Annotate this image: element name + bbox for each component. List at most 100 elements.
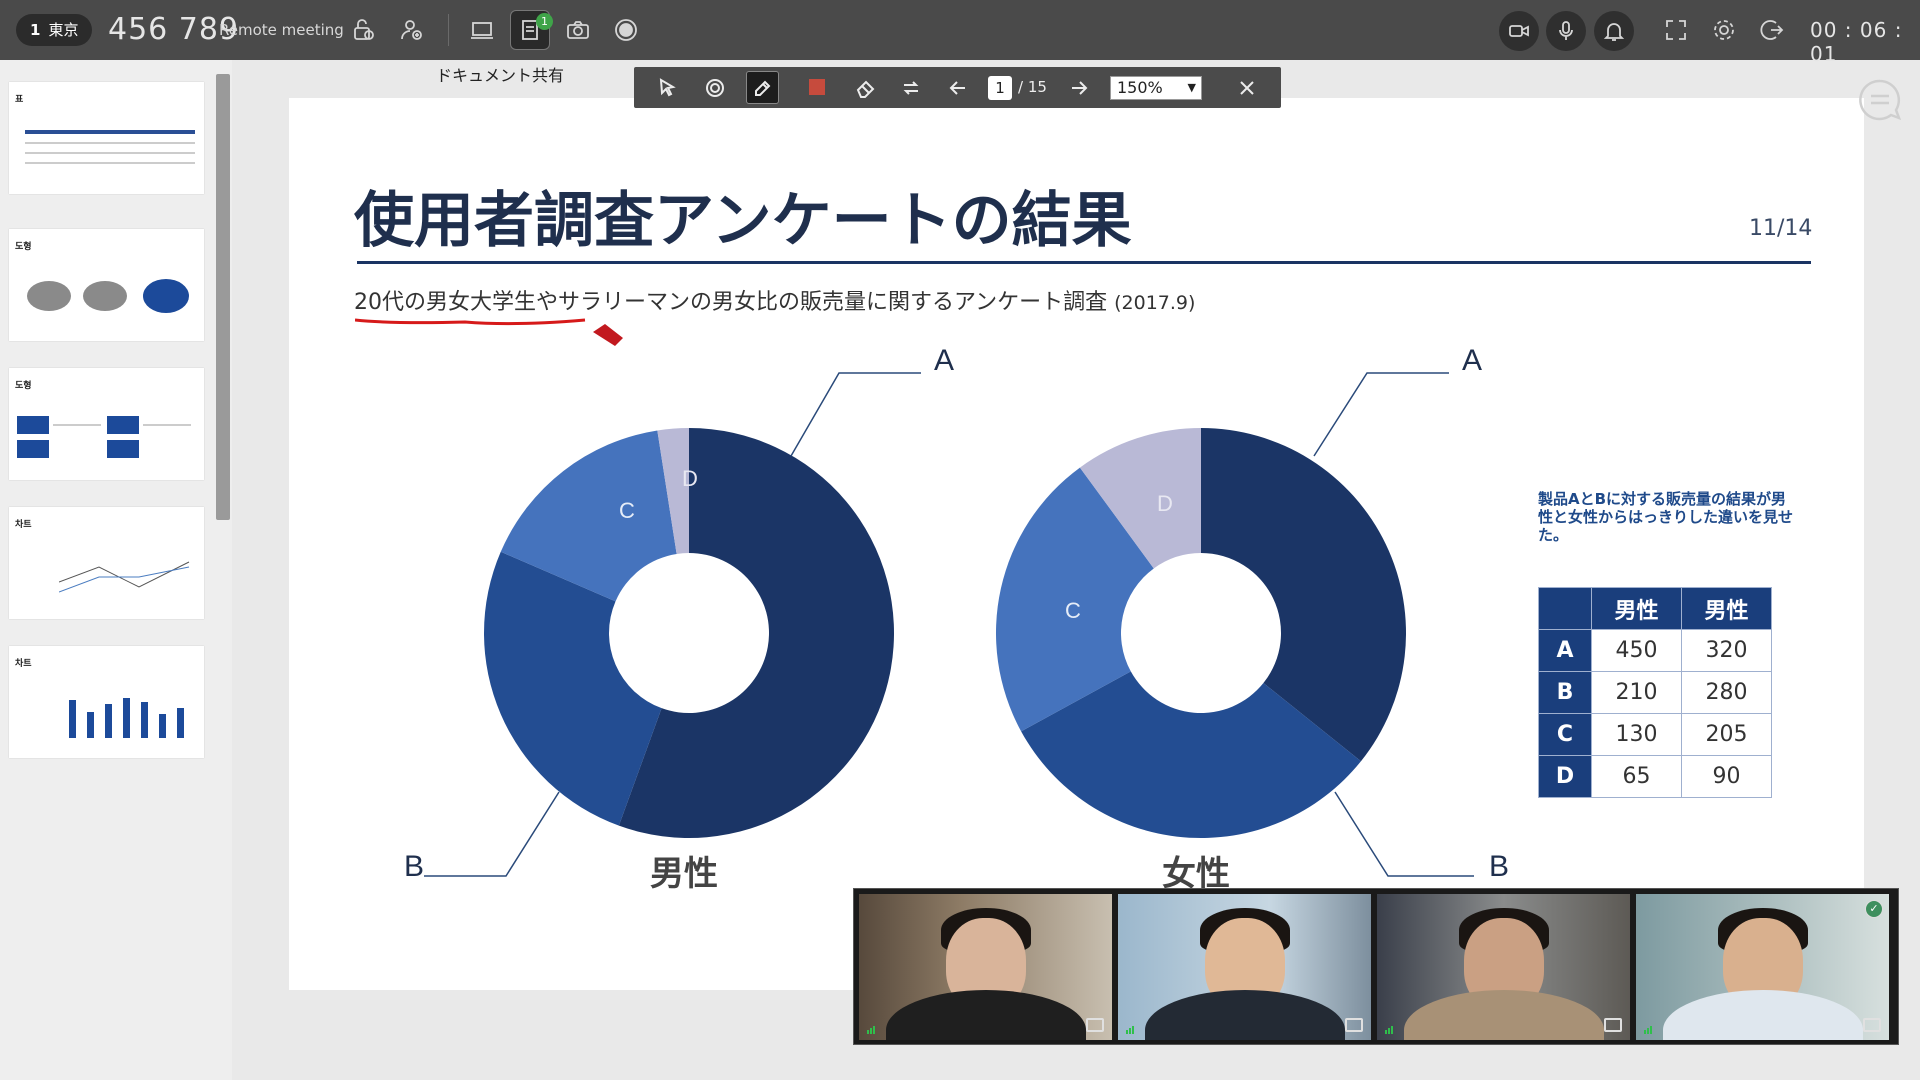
slice-label-a: A: [934, 344, 954, 377]
arrow-left-icon: [949, 80, 965, 95]
screen-icon: [1604, 1018, 1622, 1032]
close-document-button[interactable]: [1230, 71, 1263, 104]
results-table: 男性 男性 A 450 320 B 210 280 C 130 205 D 65…: [1538, 587, 1772, 798]
lock-button[interactable]: [344, 10, 384, 50]
leader-line: [1334, 791, 1474, 877]
clear-icon: [903, 80, 918, 95]
table-cell: 130: [1591, 713, 1682, 756]
clear-all-button[interactable]: [894, 71, 927, 104]
annotation-toolbar: 1 / 15 150% ▼: [634, 67, 1281, 108]
top-bar: 1 東京 456 789 Remote meeting 1 00 : 06 : …: [0, 0, 1920, 66]
settings-button[interactable]: [1704, 10, 1744, 50]
slice-label-b: B: [404, 850, 424, 883]
pen-tool-button[interactable]: [746, 71, 779, 104]
table-row: A 450 320: [1538, 629, 1772, 672]
document-count-badge: 1: [536, 13, 553, 30]
participant-video-4[interactable]: ✓: [1636, 894, 1889, 1040]
pointer-tool-button[interactable]: [650, 71, 683, 104]
meeting-name: Remote meeting: [219, 21, 344, 39]
table-row: D 65 90: [1538, 755, 1772, 798]
slide-thumbnail[interactable]: 표: [9, 82, 204, 194]
row-label: A: [1538, 629, 1592, 672]
screen-share-button[interactable]: [462, 10, 502, 50]
video-camera-icon: [1509, 25, 1529, 37]
sidebar-scrollbar[interactable]: [216, 74, 230, 520]
video-toggle-button[interactable]: [1499, 11, 1539, 51]
next-page-button[interactable]: [1062, 71, 1095, 104]
line-chart-thumbnail: [59, 561, 190, 593]
microphone-icon: [1559, 21, 1573, 40]
slice-label-a: A: [1462, 344, 1482, 377]
cursor-icon: [659, 77, 676, 96]
eraser-tool-button[interactable]: [849, 71, 882, 104]
pen-color-swatch[interactable]: [809, 79, 825, 95]
screen-icon: [1086, 1018, 1104, 1032]
thumbnail-title: 도형: [15, 242, 32, 252]
table-cell: 205: [1681, 713, 1772, 756]
chart-note: 製品AとBに対する販売量の結果が男性と女性からはっきりした違いを見せた。: [1538, 490, 1794, 544]
signal-icon: [1126, 1026, 1134, 1034]
screen-share-icon: [471, 22, 493, 39]
slice-label-d: D: [1157, 491, 1173, 516]
chart-title: 男性: [650, 854, 718, 894]
notification-button[interactable]: [1594, 11, 1634, 51]
slice-label-d: D: [682, 466, 698, 491]
signal-icon: [1644, 1026, 1652, 1034]
thumbnail-title: 도형: [15, 381, 32, 391]
exit-icon: [1760, 20, 1784, 40]
record-icon: [615, 19, 637, 41]
add-user-button[interactable]: [392, 10, 432, 50]
bell-icon: [1603, 23, 1625, 41]
gear-icon: [1714, 20, 1734, 40]
table-cell: 450: [1591, 629, 1682, 672]
thumbnail-title: 차트: [15, 659, 32, 669]
table-header-row: 男性 男性: [1538, 587, 1772, 630]
fullscreen-button[interactable]: [1656, 10, 1696, 50]
page-number-input[interactable]: 1: [988, 76, 1012, 100]
participant-video-3[interactable]: [1377, 894, 1630, 1040]
table-column-header: 男性: [1681, 587, 1772, 630]
slice-label-c: C: [619, 498, 635, 523]
add-user-icon: [401, 20, 422, 40]
laser-pointer-button[interactable]: [698, 71, 731, 104]
exit-button[interactable]: [1752, 10, 1792, 50]
slide-thumbnail[interactable]: 차트: [9, 646, 204, 758]
meeting-timer: 00 : 06 : 01: [1810, 18, 1903, 66]
slide-thumbnail[interactable]: 도형: [9, 229, 204, 341]
room-badge[interactable]: 1 東京: [16, 14, 93, 46]
table-cell: 320: [1681, 629, 1772, 672]
row-label: C: [1538, 713, 1592, 756]
zoom-select[interactable]: 150% ▼: [1110, 76, 1202, 100]
previous-page-button[interactable]: [941, 71, 974, 104]
table-cell: 65: [1591, 755, 1682, 798]
signal-icon: [1385, 1026, 1393, 1034]
lock-icon: [354, 19, 374, 40]
table-column-header: 男性: [1591, 587, 1682, 630]
table-corner: [1538, 587, 1592, 630]
thumbnail-title: 차트: [15, 520, 32, 530]
microphone-toggle-button[interactable]: [1546, 11, 1586, 51]
dropdown-arrow-icon: ▼: [1187, 81, 1196, 94]
participant-video-1[interactable]: [859, 894, 1112, 1040]
participant-video-2[interactable]: [1118, 894, 1371, 1040]
slide-canvas[interactable]: 使用者調査アンケートの結果 11/14 20代の男女大学生やサラリーマンの男女比…: [289, 98, 1864, 990]
slide-thumbnail[interactable]: 도형: [9, 368, 204, 480]
document-share-button[interactable]: 1: [510, 10, 553, 50]
signal-icon: [867, 1026, 875, 1034]
pin-icon[interactable]: ✓: [1865, 900, 1883, 918]
page-total: / 15: [1018, 78, 1047, 96]
record-button[interactable]: [606, 10, 646, 50]
zoom-value: 150%: [1117, 78, 1163, 97]
row-label: D: [1538, 755, 1592, 798]
room-number: 1: [30, 21, 41, 39]
camera-capture-button[interactable]: [558, 10, 598, 50]
screen-icon: [1863, 1018, 1881, 1032]
leader-line: [790, 372, 921, 457]
close-icon: [1239, 80, 1254, 95]
pen-icon: [754, 80, 770, 96]
table-cell: 90: [1681, 755, 1772, 798]
table-row: B 210 280: [1538, 671, 1772, 714]
chat-icon[interactable]: [1856, 76, 1904, 124]
slide-thumbnail[interactable]: 차트: [9, 507, 204, 619]
target-icon: [705, 78, 724, 97]
